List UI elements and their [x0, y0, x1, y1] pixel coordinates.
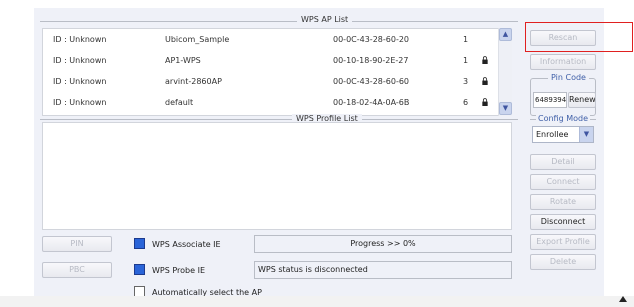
ap-id: ID : Unknown	[53, 35, 107, 44]
profile-list-groupbox-line	[40, 119, 518, 120]
ap-bssid: 00-0C-43-28-60-20	[333, 35, 410, 44]
bottom-strip	[0, 296, 634, 307]
lock-icon	[482, 56, 488, 66]
associate-ie-checkbox[interactable]	[134, 238, 145, 249]
probe-ie-checkbox[interactable]	[134, 264, 145, 275]
ap-row[interactable]: ID : Unknown Ubicom_Sample 00-0C-43-28-6…	[43, 31, 499, 51]
disconnect-button[interactable]: Disconnect	[530, 214, 596, 230]
lock-icon	[482, 77, 488, 87]
ap-ssid: arvint-2860AP	[165, 77, 222, 86]
ap-list[interactable]: ID : Unknown Ubicom_Sample 00-0C-43-28-6…	[42, 28, 512, 116]
ap-id: ID : Unknown	[53, 77, 107, 86]
config-mode-title: Config Mode	[536, 114, 591, 123]
ap-bssid: 00-0C-43-28-60-60	[333, 77, 410, 86]
ap-bssid: 00-10-18-90-2E-27	[333, 56, 409, 65]
pin-button[interactable]: PIN	[42, 236, 112, 252]
status-text: WPS status is disconnected	[258, 265, 368, 274]
pin-code-title: Pin Code	[548, 73, 589, 82]
ap-channel: 1	[463, 35, 469, 44]
lock-icon	[482, 98, 488, 108]
profile-list[interactable]	[42, 122, 512, 230]
associate-ie-label: WPS Associate IE	[152, 240, 221, 249]
chevron-down-icon[interactable]: ▼	[579, 127, 593, 142]
status-field: WPS status is disconnected	[254, 261, 512, 279]
pin-code-field[interactable]: 64893945	[533, 92, 567, 108]
ap-channel: 1	[463, 56, 469, 65]
pbc-button[interactable]: PBC	[42, 262, 112, 278]
top-strip	[0, 0, 634, 8]
ap-ssid: AP1-WPS	[165, 56, 201, 65]
ap-id: ID : Unknown	[53, 98, 107, 107]
progress-field: Progress >> 0%	[254, 235, 512, 253]
ap-ssid: Ubicom_Sample	[165, 35, 230, 44]
ap-ssid: default	[165, 98, 194, 107]
rotate-button[interactable]: Rotate	[530, 194, 596, 210]
export-profile-button[interactable]: Export Profile	[530, 234, 596, 250]
ap-channel: 3	[463, 77, 469, 86]
config-mode-select[interactable]: Enrollee ▼	[532, 126, 594, 143]
scroll-up-icon[interactable]: ▲	[499, 28, 512, 41]
ap-row[interactable]: ID : Unknown default 00-18-02-4A-0A-6B 6	[43, 94, 499, 114]
information-button[interactable]: Information	[530, 54, 596, 70]
mouse-pointer-icon	[619, 296, 627, 302]
connect-button[interactable]: Connect	[530, 174, 596, 190]
probe-ie-label: WPS Probe IE	[152, 266, 206, 275]
ap-list-scrollbar[interactable]: ▲ ▼	[498, 28, 512, 116]
ap-channel: 6	[463, 98, 469, 107]
scroll-down-icon[interactable]: ▼	[499, 102, 512, 115]
ap-list-groupbox-line	[40, 21, 518, 22]
detail-button[interactable]: Detail	[530, 154, 596, 170]
renew-button[interactable]: Renew	[568, 92, 596, 108]
ap-row[interactable]: ID : Unknown arvint-2860AP 00-0C-43-28-6…	[43, 73, 499, 93]
rescan-highlight-box	[525, 22, 633, 52]
ap-row[interactable]: ID : Unknown AP1-WPS 00-10-18-90-2E-27 1	[43, 52, 499, 72]
progress-text: Progress >> 0%	[350, 239, 416, 248]
config-mode-value: Enrollee	[536, 130, 569, 139]
ap-bssid: 00-18-02-4A-0A-6B	[333, 98, 410, 107]
ap-id: ID : Unknown	[53, 56, 107, 65]
delete-button[interactable]: Delete	[530, 254, 596, 270]
ap-list-title: WPS AP List	[297, 15, 353, 24]
